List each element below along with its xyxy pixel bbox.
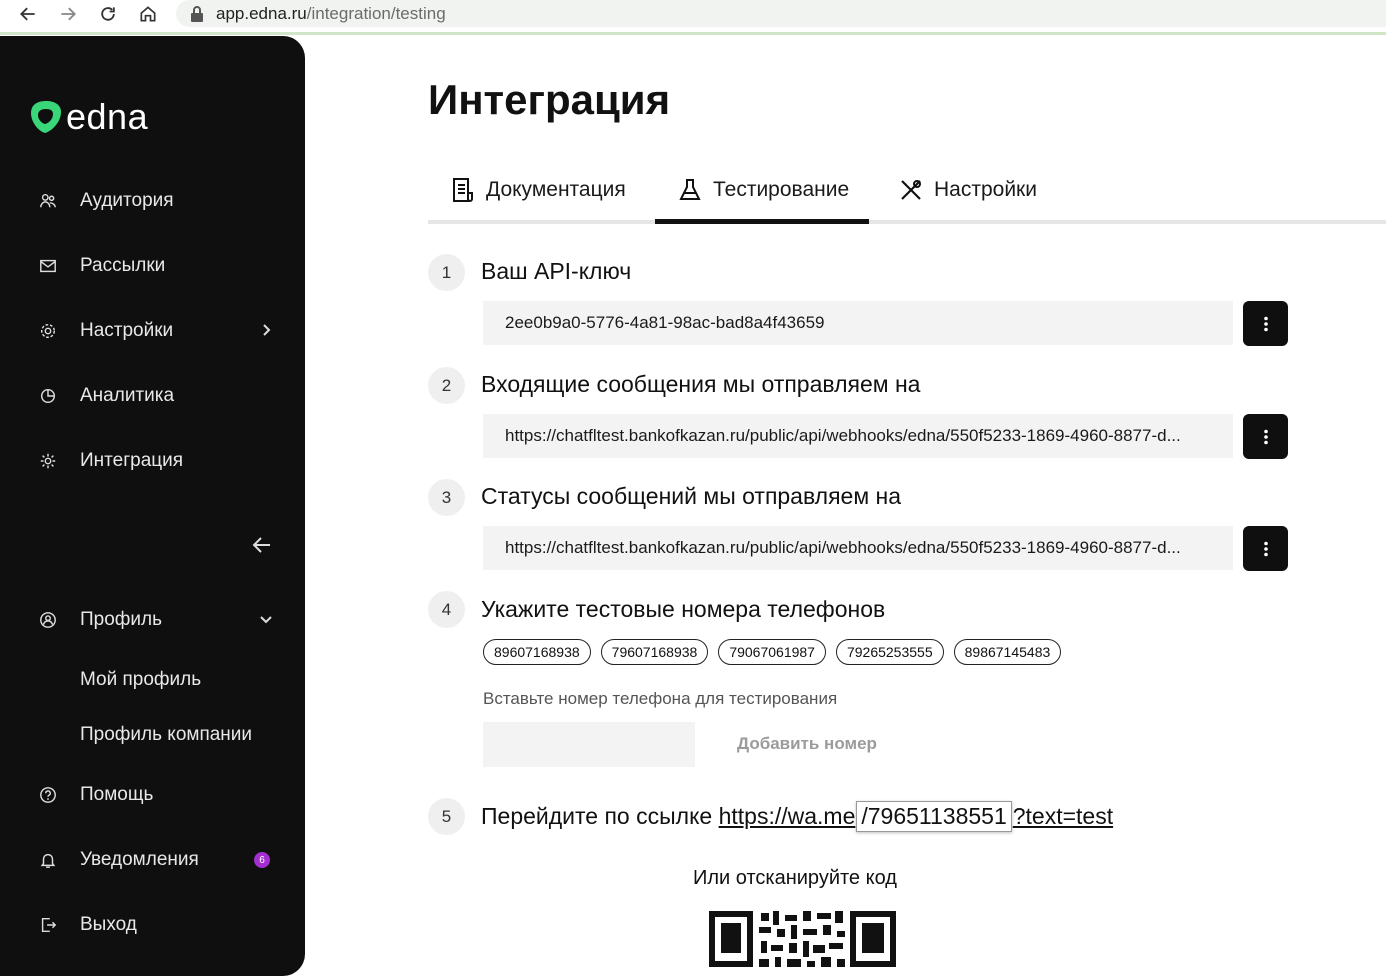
flask-icon (679, 179, 701, 200)
edna-logo[interactable]: edna (28, 96, 148, 138)
sidebar-item-label: Настройки (80, 320, 174, 341)
sidebar-item-notifications[interactable]: Уведомления 6 (38, 845, 278, 875)
sidebar-item-label: Выход (80, 914, 137, 935)
wa-link-phone[interactable]: /79651138551 (856, 801, 1012, 832)
tab-label: Тестирование (713, 178, 850, 201)
collapse-sidebar-icon[interactable] (250, 533, 274, 557)
status-webhook-value: https://chatfltest.bankofkazan.ru/public… (505, 538, 1181, 557)
wa-link-suffix[interactable]: ?text=test (1013, 803, 1113, 830)
sidebar-item-label: Аналитика (80, 385, 175, 406)
phone-input[interactable] (483, 722, 695, 767)
home-icon[interactable] (136, 3, 160, 25)
step-number: 5 (428, 798, 465, 835)
step-number: 1 (428, 254, 465, 291)
lock-icon (191, 5, 203, 22)
add-number-button[interactable]: Добавить номер (737, 734, 877, 754)
more-options-button[interactable] (1243, 526, 1288, 571)
mail-icon (38, 256, 58, 276)
forward-icon[interactable] (56, 3, 80, 25)
phone-input-hint: Вставьте номер телефона для тестирования (483, 689, 838, 708)
incoming-webhook-field[interactable]: https://chatfltest.bankofkazan.ru/public… (483, 414, 1233, 458)
api-key-field[interactable]: 2ee0b9a0-5776-4a81-98ac-bad8a4f43659 (483, 301, 1233, 345)
phone-chip[interactable]: 79265253555 (835, 639, 944, 665)
address-bar[interactable]: app.edna.ru/integration/testing (176, 0, 1386, 27)
sidebar-subitem-company-profile[interactable]: Профиль компании (80, 724, 252, 746)
sidebar-item-settings[interactable]: Настройки (38, 316, 278, 346)
sidebar-item-audience[interactable]: Аудитория (38, 186, 278, 216)
logout-icon (38, 915, 58, 935)
tab-settings[interactable]: Настройки (898, 160, 1037, 220)
phone-chip[interactable]: 79067061987 (718, 639, 826, 665)
logo-text: edna (66, 96, 149, 137)
sidebar-item-profile[interactable]: Профиль (38, 605, 278, 635)
sidebar-item-label: Аудитория (80, 190, 174, 211)
chevron-down-icon (260, 616, 272, 624)
sidebar-item-integration[interactable]: Интеграция (38, 446, 278, 476)
step-title: Перейдите по ссылке (481, 803, 713, 829)
kebab-menu-icon (1263, 541, 1268, 556)
qr-code (709, 911, 896, 967)
tab-documentation[interactable]: Документация (450, 160, 626, 220)
sidebar-item-label: Уведомления (80, 849, 199, 870)
edna-logo-icon (31, 101, 61, 133)
step-number: 3 (428, 479, 465, 516)
phone-chip[interactable]: 89607168938 (483, 639, 591, 665)
sidebar: edna Аудитория Рассылки Настройки Аналит… (0, 36, 305, 976)
step-title: Статусы сообщений мы отправляем на (481, 483, 902, 509)
more-options-button[interactable] (1243, 414, 1288, 459)
tab-label: Настройки (934, 178, 1037, 201)
phone-chip[interactable]: 79607168938 (600, 639, 709, 665)
tab-testing[interactable]: Тестирование (655, 160, 870, 224)
kebab-menu-icon (1263, 429, 1268, 444)
sidebar-subitem-my-profile[interactable]: Мой профиль (80, 669, 201, 691)
sidebar-item-label: Рассылки (80, 255, 166, 276)
sidebar-item-mailings[interactable]: Рассылки (38, 251, 278, 281)
api-key-value: 2ee0b9a0-5776-4a81-98ac-bad8a4f43659 (505, 313, 825, 332)
sidebar-item-label: Профиль (80, 609, 163, 630)
document-icon (453, 178, 473, 202)
more-options-button[interactable] (1243, 301, 1288, 346)
tab-label: Документация (486, 178, 626, 201)
integration-icon (38, 451, 58, 471)
tab-rail (428, 220, 1386, 224)
phone-chip[interactable]: 89867145483 (953, 639, 1062, 665)
wa-link-row: Перейдите по ссылке https://wa.me/796511… (481, 801, 1113, 832)
sidebar-item-label: Интеграция (80, 450, 184, 471)
sidebar-item-label: Помощь (80, 784, 154, 805)
tools-icon (901, 180, 921, 200)
chevron-right-icon (263, 324, 271, 336)
scan-code-text: Или отсканируйте код (693, 867, 897, 889)
help-icon (38, 785, 58, 805)
sidebar-item-logout[interactable]: Выход (38, 910, 278, 940)
incoming-webhook-value: https://chatfltest.bankofkazan.ru/public… (505, 426, 1181, 445)
url-host: app.edna.ru (216, 3, 307, 23)
browser-toolbar: app.edna.ru/integration/testing (0, 0, 1386, 35)
tab-bar: Документация Тестирование Настройки (428, 160, 1386, 224)
step-title: Укажите тестовые номера телефонов (481, 596, 886, 622)
gear-icon (38, 321, 58, 341)
step-title: Ваш API-ключ (481, 258, 632, 284)
user-circle-icon (38, 610, 58, 630)
phone-chips: 89607168938 79607168938 79067061987 7926… (483, 639, 1062, 665)
reload-icon[interactable] (96, 3, 120, 25)
wa-link-prefix[interactable]: https://wa.me (719, 803, 856, 830)
page-title: Интеграция (428, 76, 671, 123)
url-path: /integration/testing (306, 3, 446, 23)
step-title: Входящие сообщения мы отправляем на (481, 371, 921, 397)
pie-chart-icon (38, 386, 58, 406)
sidebar-item-help[interactable]: Помощь (38, 780, 278, 810)
notification-badge: 6 (254, 852, 270, 868)
kebab-menu-icon (1263, 316, 1268, 331)
people-icon (38, 191, 58, 211)
bell-icon (38, 850, 58, 870)
step-number: 2 (428, 367, 465, 404)
back-icon[interactable] (16, 3, 40, 25)
step-number: 4 (428, 591, 465, 628)
sidebar-item-analytics[interactable]: Аналитика (38, 381, 278, 411)
status-webhook-field[interactable]: https://chatfltest.bankofkazan.ru/public… (483, 526, 1233, 570)
